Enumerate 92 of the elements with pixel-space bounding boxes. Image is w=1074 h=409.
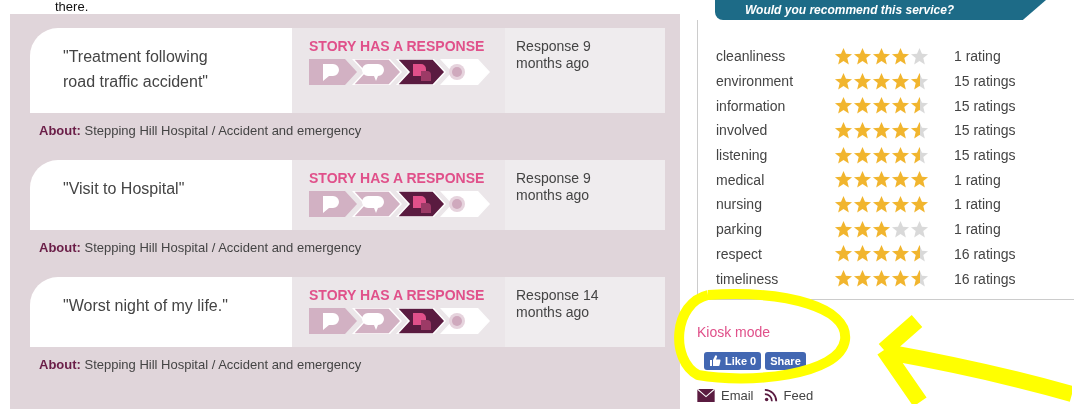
star-icon <box>891 219 910 239</box>
rating-label: timeliness <box>716 270 780 287</box>
rating-count: 15 ratings <box>954 122 1016 139</box>
star-icon <box>853 71 872 91</box>
star-icon <box>891 269 910 289</box>
rating-label: involved <box>716 122 769 139</box>
response-time: Response 14 months ago <box>516 287 600 321</box>
about-text: About: Stepping Hill Hospital / Accident and emergency <box>38 356 363 374</box>
star-icon <box>834 170 853 190</box>
response-time: Response 9 months ago <box>516 170 592 204</box>
star-icon <box>853 46 872 66</box>
star-icon <box>910 194 929 214</box>
rating-count: 16 ratings <box>954 245 1016 262</box>
star-icon <box>853 96 872 116</box>
story-title[interactable]: "Visit to Hospital" <box>63 176 242 201</box>
star-icon <box>872 96 891 116</box>
star-icon <box>910 145 929 165</box>
star-icon <box>834 145 853 165</box>
star-icon <box>853 194 872 214</box>
rating-label: listening <box>716 147 769 164</box>
rating-count: 15 ratings <box>954 73 1016 90</box>
star-icon <box>891 71 910 91</box>
envelope-icon <box>697 388 715 402</box>
star-icon <box>891 145 910 165</box>
about-text: About: Stepping Hill Hospital / Accident and emergency <box>38 122 363 140</box>
status-label: STORY HAS A RESPONSE <box>309 287 486 303</box>
story-title[interactable]: "Treatment following road traffic accident" <box>63 44 242 94</box>
rating-count: 1 rating <box>954 221 1001 238</box>
star-icon <box>891 120 910 140</box>
like-button[interactable]: Like 0 <box>704 351 762 370</box>
star-icon <box>910 96 929 116</box>
star-icon <box>872 269 891 289</box>
rating-label: nursing <box>716 196 763 213</box>
star-icon <box>891 194 910 214</box>
star-icon <box>891 96 910 116</box>
star-icon <box>910 219 929 239</box>
rating-count: 16 ratings <box>954 270 1016 287</box>
star-icon <box>834 194 853 214</box>
star-icon <box>834 96 853 116</box>
star-icon <box>834 219 853 239</box>
star-icon <box>853 269 872 289</box>
star-icon <box>834 244 853 264</box>
star-icon <box>910 71 929 91</box>
status-label: STORY HAS A RESPONSE <box>309 170 486 186</box>
star-icon <box>834 269 853 289</box>
recommend-banner[interactable]: Would you recommend this service? <box>715 0 1046 20</box>
thumbs-up-icon <box>709 354 721 367</box>
rating-count: 15 ratings <box>954 147 1016 164</box>
rating-label: medical <box>716 171 766 188</box>
star-icon <box>891 170 910 190</box>
star-icon <box>853 170 872 190</box>
star-icon <box>872 145 891 165</box>
star-icon <box>891 244 910 264</box>
star-icon <box>872 219 891 239</box>
star-icon <box>872 120 891 140</box>
rating-label: information <box>716 97 787 114</box>
rating-count: 1 rating <box>954 171 1001 188</box>
star-icon <box>872 170 891 190</box>
star-icon <box>891 46 910 66</box>
about-text: About: Stepping Hill Hospital / Accident and emergency <box>38 239 363 257</box>
rating-count: 15 ratings <box>954 97 1016 114</box>
status-label: STORY HAS A RESPONSE <box>309 38 486 54</box>
star-icon <box>910 170 929 190</box>
star-icon <box>872 244 891 264</box>
rating-count: 1 rating <box>954 48 1001 65</box>
star-icon <box>834 46 853 66</box>
intro-text: there. <box>54 0 89 14</box>
star-icon <box>872 71 891 91</box>
star-icon <box>853 244 872 264</box>
star-icon <box>834 120 853 140</box>
share-button[interactable]: Share <box>765 351 806 370</box>
rating-label: cleanliness <box>716 48 787 65</box>
star-icon <box>872 194 891 214</box>
email-link[interactable]: Email <box>697 387 754 403</box>
rating-label: parking <box>716 221 763 238</box>
star-icon <box>853 145 872 165</box>
star-icon <box>910 46 929 66</box>
feed-link[interactable]: Feed <box>763 387 814 403</box>
story-title[interactable]: "Worst night of my life." <box>63 293 242 318</box>
star-icon <box>910 244 929 264</box>
kiosk-mode-link[interactable]: Kiosk mode <box>697 323 771 340</box>
star-icon <box>872 46 891 66</box>
rating-count: 1 rating <box>954 196 1001 213</box>
rating-label: environment <box>716 73 795 90</box>
star-icon <box>910 120 929 140</box>
star-icon <box>853 120 872 140</box>
rating-label: respect <box>716 245 763 262</box>
star-icon <box>853 219 872 239</box>
rss-icon <box>763 388 778 403</box>
star-icon <box>834 71 853 91</box>
star-icon <box>910 269 929 289</box>
response-time: Response 9 months ago <box>516 38 592 72</box>
